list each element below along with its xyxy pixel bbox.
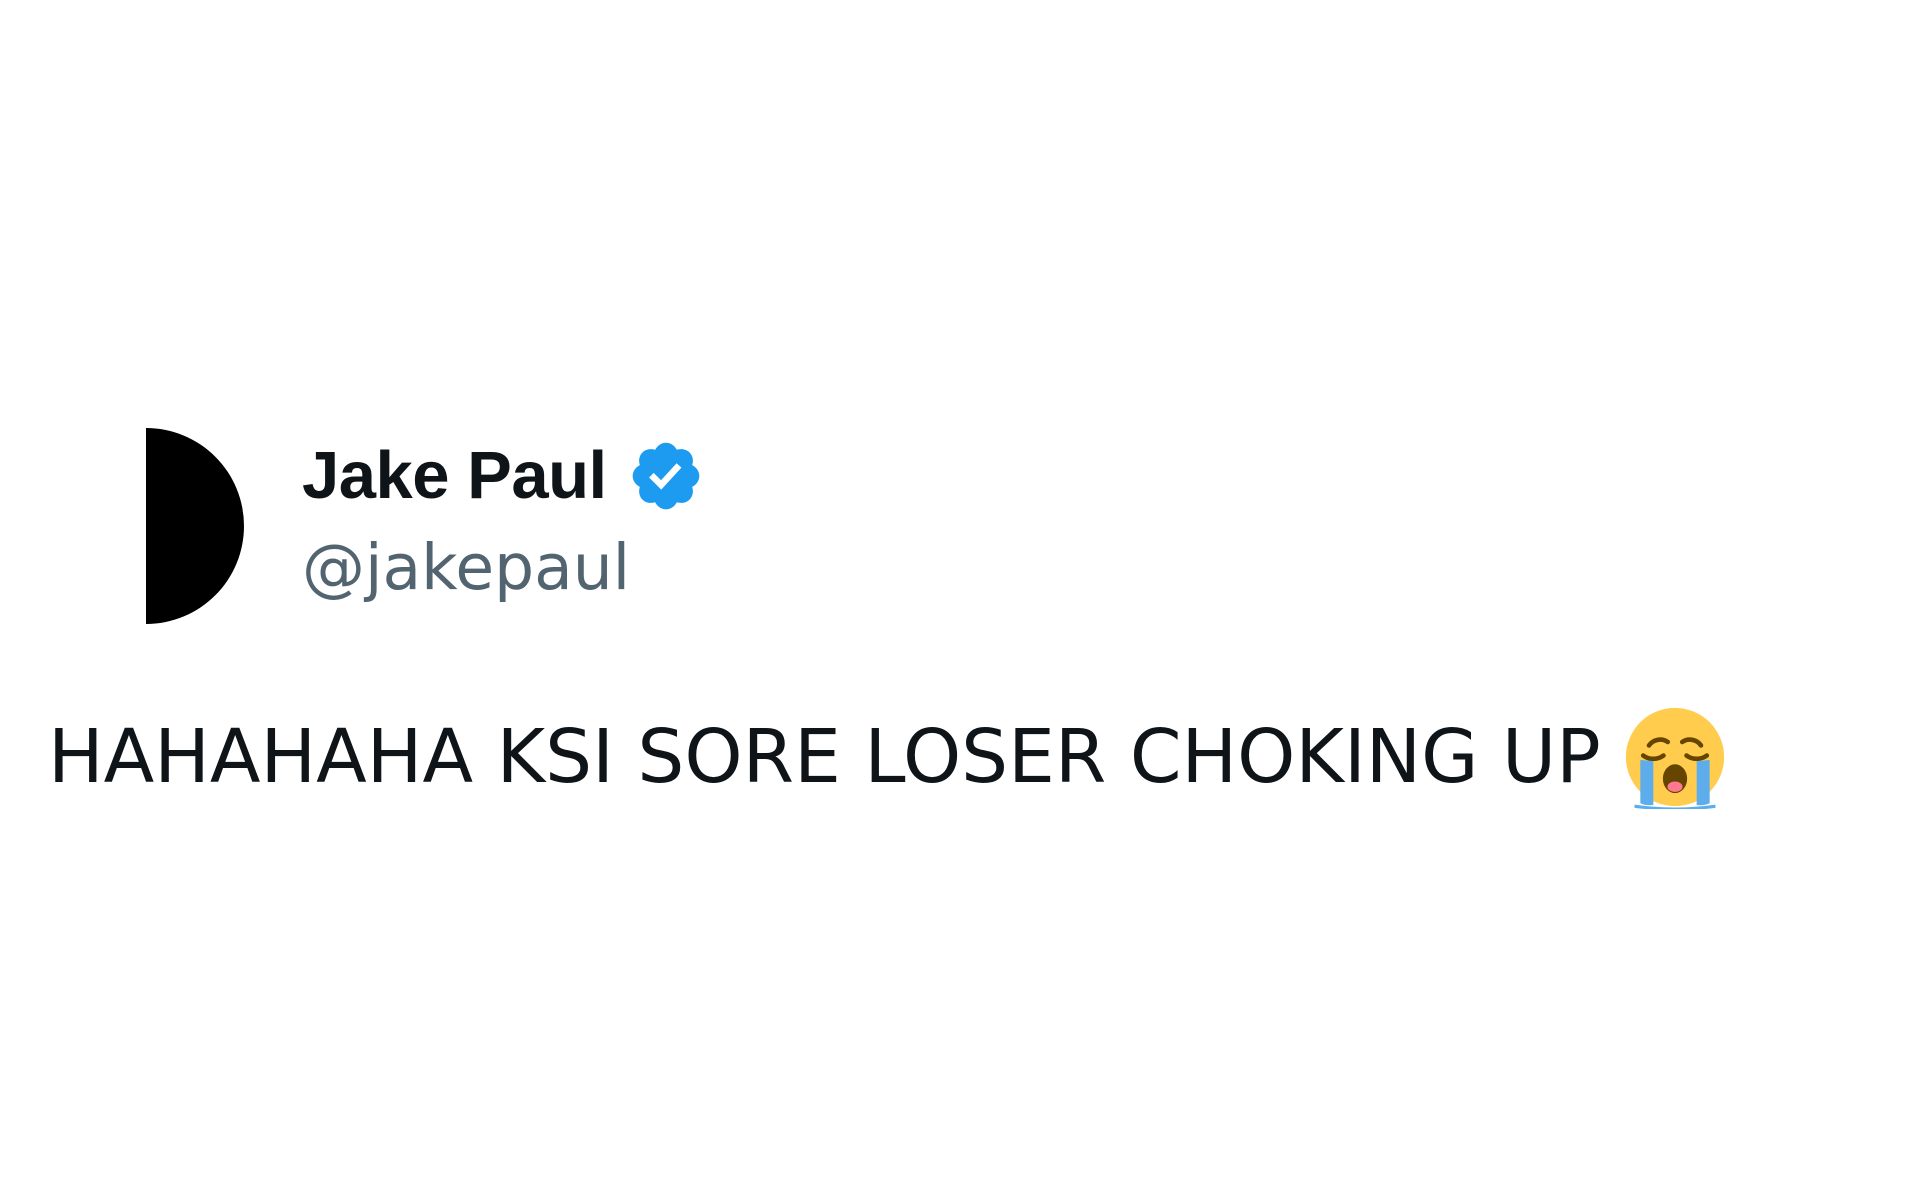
verified-badge-icon[interactable] <box>627 437 705 515</box>
page: Jake Paul @jakepaul HAHAHAHA KSI SORE LO… <box>0 0 1920 1200</box>
display-name[interactable]: Jake Paul <box>302 436 607 516</box>
tweet-text: HAHAHAHA KSI SORE LOSER CHOKING UP <box>48 714 1601 800</box>
author-block: Jake Paul @jakepaul <box>302 436 705 606</box>
tweet-card: Jake Paul @jakepaul HAHAHAHA KSI SORE LO… <box>0 0 1920 1200</box>
loudly-crying-face-icon <box>1623 705 1727 811</box>
name-row: Jake Paul <box>302 436 705 516</box>
avatar[interactable] <box>50 428 246 624</box>
user-handle[interactable]: @jakepaul <box>302 530 705 606</box>
half-moon-avatar-icon <box>146 428 244 624</box>
tweet-body: HAHAHAHA KSI SORE LOSER CHOKING UP <box>48 705 1727 811</box>
